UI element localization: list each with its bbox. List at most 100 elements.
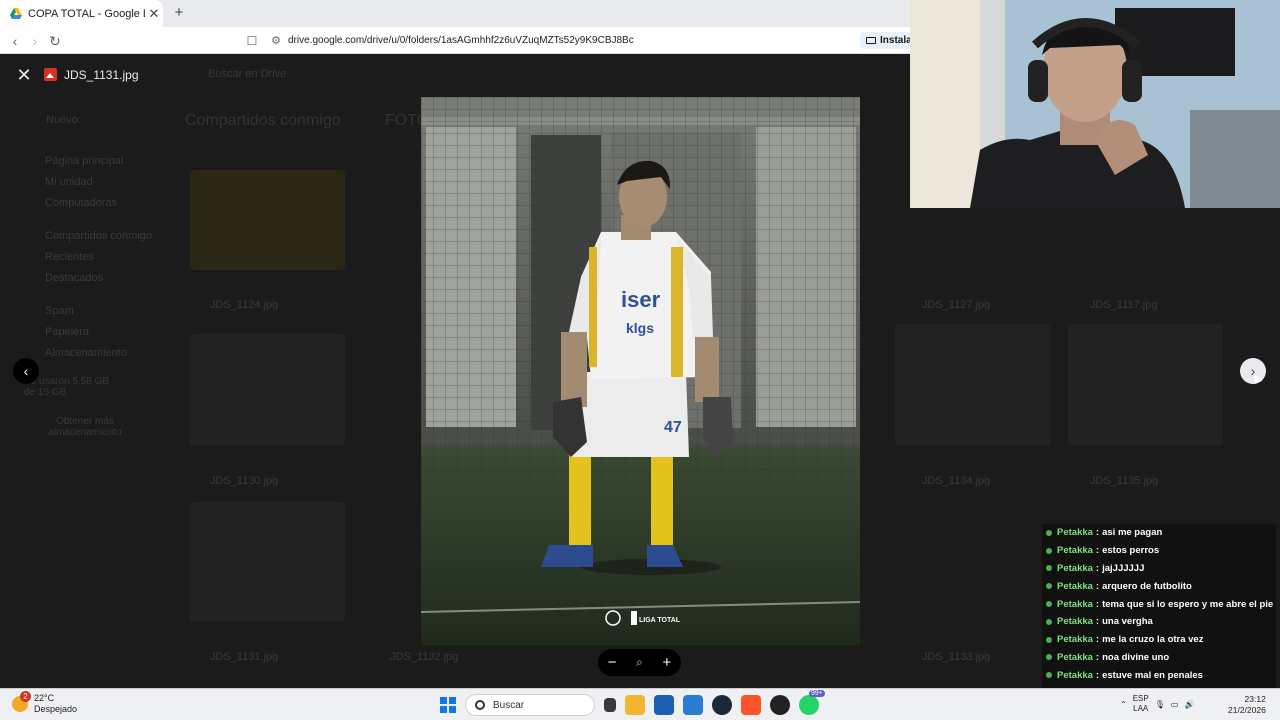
- steam-icon[interactable]: [712, 695, 732, 715]
- ghost-file-1: JDS_1124.jpg: [210, 299, 279, 311]
- temperature: 22°C: [34, 693, 55, 703]
- ghost-file-8: JDS_1132.jpg: [390, 651, 459, 663]
- chat-status-icon: [1046, 583, 1052, 590]
- chat-message: Petakka: estuve mal en penales: [1042, 666, 1276, 685]
- zoom-controls: − ⌕ +: [598, 649, 681, 676]
- tray-chevron-icon[interactable]: ⌃: [1120, 700, 1127, 709]
- weather-condition: Despejado: [34, 704, 78, 714]
- storage-ghost-text: Se usaron 5,58 GB de 15 GB: [24, 376, 110, 398]
- network-icon[interactable]: ▭: [1171, 700, 1179, 709]
- taskbar-search-label: Buscar: [493, 699, 525, 711]
- chat-separator: :: [1095, 598, 1100, 610]
- viewer-file-name: JDS_1131.jpg: [64, 68, 139, 82]
- sidebar-ghost-mydrive: Mi unidad: [45, 176, 93, 188]
- chat-text: tema que si lo espero y me abre el pie: [1102, 598, 1274, 610]
- chat-username: Petakka: [1057, 527, 1093, 539]
- system-clock[interactable]: 23:12 21/2/2026: [1228, 694, 1266, 716]
- ghost-thumb-5: [1068, 324, 1223, 446]
- taskbar-search[interactable]: Buscar: [465, 694, 595, 716]
- close-viewer-icon[interactable]: ✕: [14, 65, 34, 85]
- chat-separator: :: [1095, 527, 1100, 539]
- task-view-icon[interactable]: [604, 698, 616, 712]
- new-tab-button[interactable]: +: [170, 4, 188, 22]
- previous-file-button[interactable]: ‹: [13, 358, 39, 384]
- search-icon: [475, 700, 485, 710]
- chat-text: jajJJJJJJ: [1102, 562, 1145, 574]
- reload-icon[interactable]: ↻: [45, 31, 65, 51]
- liga-total-logo-text: LIGA TOTAL: [639, 617, 681, 624]
- address-bar[interactable]: ☐ ⚙ drive.google.com/drive/u/0/folders/1…: [240, 30, 855, 51]
- bookmark-icon[interactable]: ☐: [240, 34, 264, 48]
- url-text: drive.google.com/drive/u/0/folders/1asAG…: [288, 35, 634, 46]
- outlook-icon[interactable]: [683, 695, 703, 715]
- chat-separator: :: [1095, 669, 1100, 681]
- sidebar-ghost-spam: Spam: [45, 305, 74, 317]
- chat-username: Petakka: [1057, 651, 1093, 663]
- back-icon[interactable]: ‹: [5, 31, 25, 51]
- webcam-overlay: [910, 0, 1280, 208]
- ghost-thumb-4: [895, 324, 1050, 446]
- chat-message: Petakka: me la cruzo la otra vez: [1042, 630, 1276, 649]
- file-explorer-icon[interactable]: [625, 695, 645, 715]
- google-drive-icon: [10, 8, 22, 19]
- sun-icon: 2: [12, 691, 31, 712]
- ghost-file-5: JDS_1134.jpg: [922, 475, 991, 487]
- taskbar-apps: Buscar 99+: [440, 690, 825, 716]
- chat-status-icon: [1046, 618, 1052, 625]
- chat-username: Petakka: [1057, 580, 1093, 592]
- whatsapp-icon[interactable]: 99+: [799, 690, 825, 715]
- chat-separator: :: [1095, 562, 1100, 574]
- chat-separator: :: [1095, 651, 1100, 663]
- svg-text:klgs: klgs: [626, 320, 654, 336]
- chat-text: una vergha: [1102, 616, 1153, 628]
- lang-top: ESP: [1132, 694, 1149, 703]
- chat-status-icon: [1046, 565, 1052, 572]
- viewer-photo: iser klgs 47 LIGA TOTAL: [421, 97, 860, 645]
- brave-browser-icon[interactable]: [741, 695, 761, 715]
- chat-status-icon: [1046, 529, 1052, 536]
- chat-text: arquero de futbolito: [1102, 580, 1192, 592]
- sidebar-ghost-recent: Recientes: [45, 251, 94, 263]
- windows-start-icon[interactable]: [440, 697, 456, 713]
- microphone-icon[interactable]: 🎙: [1155, 700, 1165, 709]
- chat-separator: :: [1095, 580, 1100, 592]
- chat-text: estuve mal en penales: [1102, 669, 1203, 681]
- chat-text: me la cruzo la otra vez: [1102, 634, 1204, 646]
- system-tray: ⌃ ESP LAA 🎙 ▭ 🔊: [1120, 694, 1194, 714]
- ghost-file-2: JDS_1127.jpg: [922, 299, 991, 311]
- language-indicator[interactable]: ESP LAA: [1133, 694, 1149, 714]
- close-tab-icon[interactable]: ✕: [145, 6, 163, 22]
- sidebar-ghost-storage: Almacenamiento: [45, 347, 127, 359]
- ghost-file-7: JDS_1131.jpg: [210, 651, 279, 663]
- forward-icon[interactable]: ›: [25, 31, 45, 51]
- windows-taskbar: 2 22°C Despejado Buscar 99+ ⌃ ESP LAA 🎙 …: [0, 688, 1280, 720]
- chat-status-icon: [1046, 654, 1052, 661]
- get-storage-ghost: Obtener más almacenamiento: [48, 416, 122, 438]
- volume-icon[interactable]: 🔊: [1184, 700, 1194, 709]
- ghost-file-3: JDS_1117.jpg: [1090, 299, 1158, 311]
- weather-widget[interactable]: 2 22°C Despejado: [12, 691, 78, 715]
- chat-status-icon: [1046, 672, 1052, 679]
- jersey-number: 47: [664, 419, 682, 436]
- svg-text:iser: iser: [621, 287, 661, 312]
- clock-date: 21/2/2026: [1228, 705, 1266, 715]
- chat-message: Petakka: jajJJJJJJ: [1042, 559, 1276, 578]
- weather-badge: 2: [20, 691, 31, 702]
- zoom-out-button[interactable]: −: [608, 654, 617, 671]
- chat-text: estos perros: [1102, 545, 1160, 557]
- browser-tab[interactable]: COPA TOTAL - Google Drive ✕: [0, 0, 163, 27]
- sidebar-ghost-computers: Computadoras: [45, 197, 118, 209]
- chat-text: asi me pagan: [1102, 527, 1163, 539]
- image-file-icon: [44, 68, 57, 81]
- site-info-icon[interactable]: ⚙: [264, 34, 288, 47]
- obs-icon[interactable]: [770, 695, 790, 715]
- store-icon[interactable]: [654, 695, 674, 715]
- new-button-ghost: Nuevo: [46, 114, 78, 126]
- chat-status-icon: [1046, 601, 1052, 608]
- zoom-magnifier-icon[interactable]: ⌕: [636, 655, 643, 670]
- chat-separator: :: [1095, 634, 1100, 646]
- chat-status-icon: [1046, 636, 1052, 643]
- zoom-in-button[interactable]: +: [662, 654, 671, 671]
- chat-username: Petakka: [1057, 669, 1093, 681]
- chat-message: Petakka: arquero de futbolito: [1042, 577, 1276, 596]
